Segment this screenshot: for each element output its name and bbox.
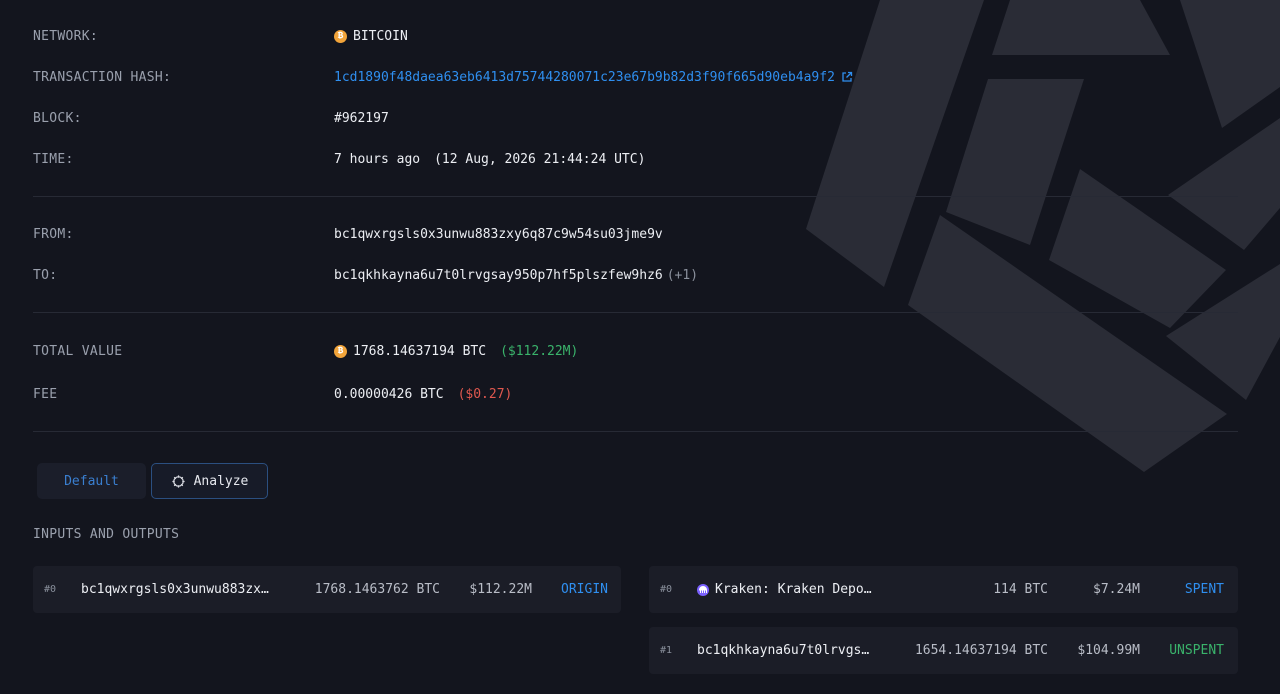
to-label: TO:	[33, 267, 58, 283]
bitcoin-icon: ₿	[334, 29, 347, 43]
time-absolute: (12 Aug, 2026 21:44:24 UTC)	[434, 151, 646, 167]
input-status-origin[interactable]: ORIGIN	[561, 566, 608, 613]
total-value-row: TOTAL VALUE ₿ 1768.14637194 BTC ($112.22…	[33, 341, 1238, 361]
fee-label: FEE	[33, 386, 58, 402]
divider	[33, 431, 1238, 432]
to-row: TO: bc1qkhkayna6u7t0lrvgsay950p7hf5plszf…	[33, 265, 1238, 285]
to-address[interactable]: bc1qkhkayna6u7t0lrvgsay950p7hf5plszfew9h…	[334, 268, 663, 283]
transaction-hash-label: TRANSACTION HASH:	[33, 69, 172, 85]
block-value[interactable]: #962197	[334, 111, 389, 126]
output-status-spent[interactable]: SPENT	[1185, 566, 1224, 613]
view-tabs: Default Analyze	[37, 463, 268, 499]
output-index: #0	[660, 584, 673, 595]
output-address[interactable]: Kraken: Kraken Depo…	[715, 582, 872, 597]
fee-amount: 0.00000426 BTC	[334, 386, 444, 402]
total-value-label: TOTAL VALUE	[33, 343, 123, 359]
transaction-hash-link[interactable]: 1cd1890f48daea63eb6413d75744280071c23e67…	[334, 70, 835, 85]
network-value: BITCOIN	[353, 28, 408, 44]
fee-row: FEE 0.00000426 BTC ($0.27)	[33, 384, 1238, 404]
to-extra-count[interactable]: (+1)	[667, 268, 698, 283]
tab-analyze-label: Analyze	[193, 473, 249, 489]
from-label: FROM:	[33, 226, 74, 242]
output-row[interactable]: #0 Kraken: Kraken Depo… 114 BTC $7.24M S…	[649, 566, 1238, 613]
input-amount: 1768.1463762 BTC	[314, 582, 440, 597]
bitcoin-icon: ₿	[334, 344, 347, 358]
tab-analyze[interactable]: Analyze	[151, 463, 268, 499]
output-usd: $104.99M	[1077, 643, 1140, 658]
output-row[interactable]: #1 bc1qkhkayna6u7t0lrvgs… 1654.14637194 …	[649, 627, 1238, 674]
from-address[interactable]: bc1qwxrgsls0x3unwu883zxy6q87c9w54su03jme…	[334, 227, 663, 242]
output-amount: 1654.14637194 BTC	[914, 643, 1048, 658]
output-status-unspent[interactable]: UNSPENT	[1169, 627, 1224, 674]
input-row[interactable]: #0 bc1qwxrgsls0x3unwu883zx… 1768.1463762…	[33, 566, 621, 613]
time-row: TIME: 7 hours ago (12 Aug, 2026 21:44:24…	[33, 149, 1238, 169]
output-usd: $7.24M	[1093, 582, 1140, 597]
external-link-icon[interactable]	[841, 71, 853, 83]
output-index: #1	[660, 645, 673, 656]
fee-usd: ($0.27)	[457, 386, 513, 402]
inputs-outputs-title: INPUTS AND OUTPUTS	[33, 527, 180, 542]
from-row: FROM: bc1qwxrgsls0x3unwu883zxy6q87c9w54s…	[33, 224, 1238, 244]
block-row: BLOCK: #962197	[33, 108, 1238, 128]
input-usd: $112.22M	[469, 582, 532, 597]
time-label: TIME:	[33, 151, 74, 167]
total-value-amount: 1768.14637194 BTC	[353, 343, 487, 359]
transaction-hash-row: TRANSACTION HASH: 1cd1890f48daea63eb6413…	[33, 67, 1238, 87]
block-label: BLOCK:	[33, 110, 82, 126]
spiral-icon	[171, 474, 186, 489]
divider	[33, 196, 1238, 197]
kraken-icon	[697, 583, 709, 596]
output-amount: 114 BTC	[993, 582, 1048, 597]
network-label: NETWORK:	[33, 28, 99, 44]
tab-default[interactable]: Default	[37, 463, 146, 499]
network-row: NETWORK: ₿ BITCOIN	[33, 26, 1238, 46]
divider	[33, 312, 1238, 313]
input-address[interactable]: bc1qwxrgsls0x3unwu883zx…	[81, 566, 269, 613]
output-address[interactable]: bc1qkhkayna6u7t0lrvgs…	[697, 627, 869, 674]
input-index: #0	[44, 584, 57, 595]
time-relative: 7 hours ago	[334, 151, 421, 167]
total-value-usd: ($112.22M)	[500, 343, 579, 359]
